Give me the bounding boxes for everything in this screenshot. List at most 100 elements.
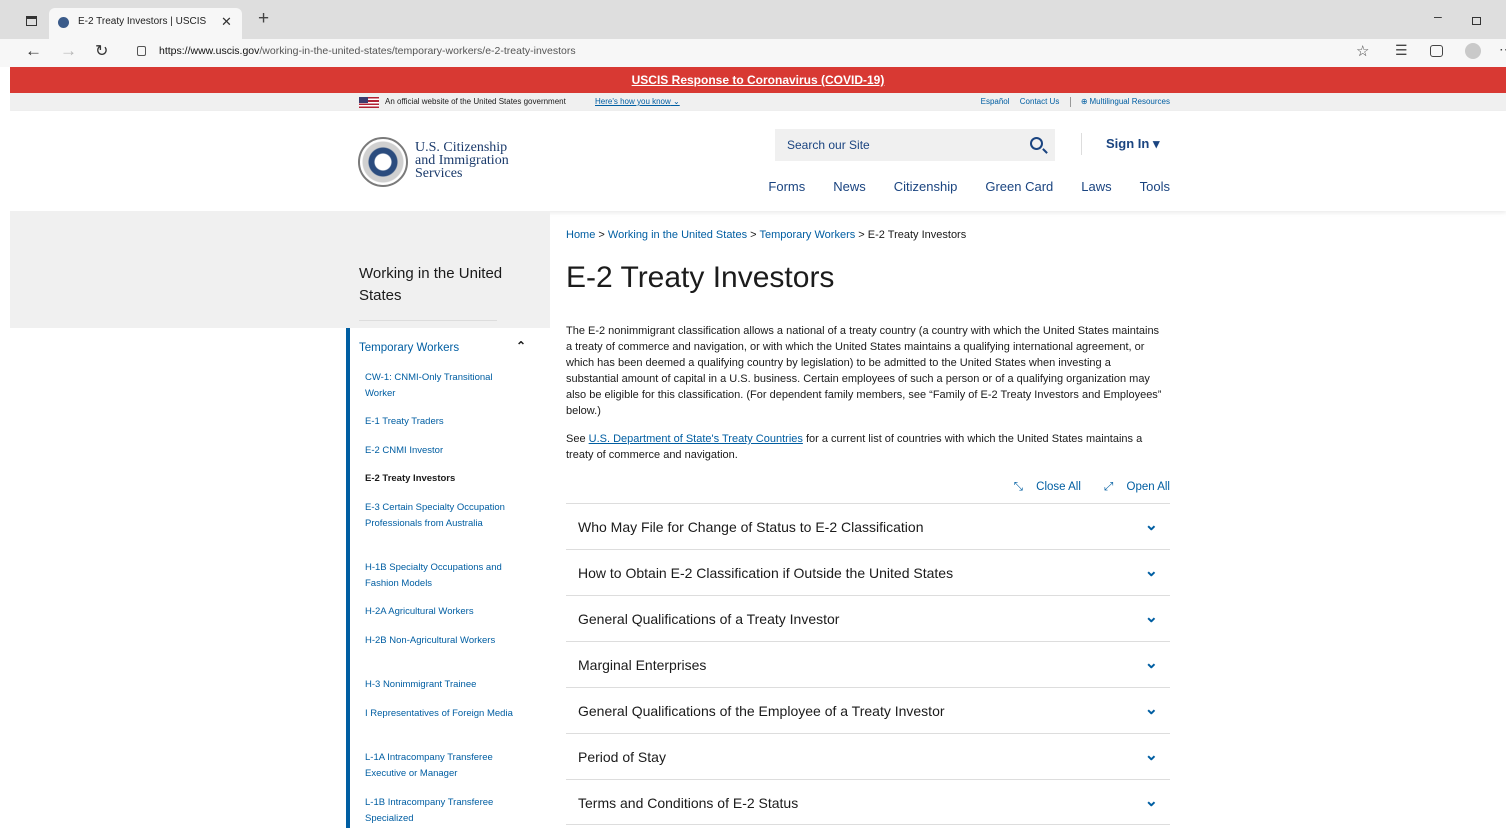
accordion-item[interactable]: Who May File for Change of Status to E-2… xyxy=(566,503,1170,549)
covid-alert-bar: USCIS Response to Coronavirus (COVID-19) xyxy=(10,67,1506,93)
accordion-title: Who May File for Change of Status to E-2… xyxy=(578,519,924,535)
accordion-title: Period of Stay xyxy=(578,749,666,765)
breadcrumb-working[interactable]: Working in the United States xyxy=(608,229,747,241)
accordion-title: Terms and Conditions of E-2 Status xyxy=(578,795,799,811)
close-icon[interactable]: ✕ xyxy=(221,14,232,30)
gov-banner: An official website of the United States… xyxy=(10,93,1506,111)
heres-how-label: Here's how you know xyxy=(595,97,671,106)
lock-icon[interactable] xyxy=(137,46,146,56)
globe-icon: ⊕ xyxy=(1080,97,1088,107)
sidebar-item-e2-cnmi[interactable]: E-2 CNMI Investor xyxy=(365,443,515,459)
accordion-item[interactable]: How to Obtain E-2 Classification if Outs… xyxy=(566,549,1170,595)
sidebar-title[interactable]: Working in the United States xyxy=(359,263,529,307)
sidebar-item-h3[interactable]: H-3 Nonimmigrant Trainee xyxy=(365,677,515,693)
accordion-item[interactable]: Marginal Enterprises ⌄ xyxy=(566,641,1170,687)
address-bar: ← → ↻ https://www.uscis.gov/working-in-t… xyxy=(0,39,1506,67)
chevron-down-icon: ⌄ xyxy=(1144,655,1158,672)
uscis-wordmark[interactable]: U.S. Citizenship and Immigration Service… xyxy=(415,141,509,181)
minimize-icon[interactable]: – xyxy=(1434,8,1442,24)
profile-avatar[interactable] xyxy=(1465,43,1481,59)
tab-actions-icon[interactable] xyxy=(26,16,37,26)
covid-alert-link[interactable]: USCIS Response to Coronavirus (COVID-19) xyxy=(632,73,885,87)
see-prefix: See xyxy=(566,433,586,445)
site-header: U.S. Citizenship and Immigration Service… xyxy=(10,111,1506,211)
heres-how-you-know-link[interactable]: Here's how you know ⌄ xyxy=(595,97,680,106)
collections-icon[interactable] xyxy=(1430,45,1443,57)
url-host: https://www.uscis.gov xyxy=(159,45,260,57)
sidebar-item-l1a[interactable]: L-1A Intracompany Transferee Executive o… xyxy=(365,750,515,782)
official-site-text: An official website of the United States… xyxy=(385,97,566,106)
accordion-title: General Qualifications of the Employee o… xyxy=(578,703,945,719)
intro-paragraph: The E-2 nonimmigrant classification allo… xyxy=(566,325,1162,417)
breadcrumb-temporary-workers[interactable]: Temporary Workers xyxy=(759,229,855,241)
sidebar-section-temporary-workers[interactable]: Temporary Workers xyxy=(359,342,459,354)
accordion-item[interactable]: General Qualifications of the Employee o… xyxy=(566,687,1170,733)
url-field[interactable]: https://www.uscis.gov/working-in-the-uni… xyxy=(159,45,576,57)
breadcrumb: Home > Working in the United States > Te… xyxy=(566,229,966,241)
open-all-label: Open All xyxy=(1126,481,1170,493)
breadcrumb-separator: > xyxy=(598,229,605,241)
open-all-button[interactable]: ⤢ Open All xyxy=(1094,481,1170,493)
sign-in-button[interactable]: Sign In ▾ xyxy=(1106,136,1159,152)
search-placeholder: Search our Site xyxy=(787,138,870,152)
divider xyxy=(1069,97,1071,107)
espanol-link[interactable]: Español xyxy=(981,97,1010,106)
sidebar-item-l1b[interactable]: L-1B Intracompany Transferee Specialized xyxy=(365,795,515,827)
breadcrumb-current: E-2 Treaty Investors xyxy=(867,229,967,241)
us-flag-icon xyxy=(359,97,379,108)
chevron-down-icon: ⌄ xyxy=(1144,563,1158,580)
expand-arrows-icon: ⤢ xyxy=(1104,481,1114,493)
sidebar-item-h2a[interactable]: H-2A Agricultural Workers xyxy=(365,604,515,620)
more-menu-icon[interactable]: ⋯ xyxy=(1499,41,1506,58)
search-input[interactable]: Search our Site xyxy=(775,129,1055,161)
search-icon[interactable] xyxy=(1030,137,1043,150)
sidebar-item-i-media[interactable]: I Representatives of Foreign Media xyxy=(365,706,515,722)
browser-tab-bar: E-2 Treaty Investors | USCIS ✕ + – xyxy=(0,0,1506,39)
chevron-down-icon: ⌄ xyxy=(1144,609,1158,626)
sidebar-item-h2b[interactable]: H-2B Non-Agricultural Workers xyxy=(365,633,515,649)
sidebar-item-h1b[interactable]: H-1B Specialty Occupations and Fashion M… xyxy=(365,560,515,592)
nav-laws[interactable]: Laws xyxy=(1081,179,1111,194)
close-all-label: Close All xyxy=(1036,481,1081,493)
nav-news[interactable]: News xyxy=(833,179,866,194)
chevron-down-icon: ⌄ xyxy=(1144,747,1158,764)
sidebar-item-e1[interactable]: E-1 Treaty Traders xyxy=(365,414,515,430)
accordion-item[interactable]: General Qualifications of a Treaty Inves… xyxy=(566,595,1170,641)
sidebar-item-e2-treaty-investors[interactable]: E-2 Treaty Investors xyxy=(365,471,515,487)
add-favorite-star-icon[interactable]: ☆ xyxy=(1356,42,1369,60)
forward-arrow-icon[interactable]: → xyxy=(60,41,77,61)
nav-tools[interactable]: Tools xyxy=(1140,179,1170,194)
sidebar-item-cw1[interactable]: CW-1: CNMI-Only Transitional Worker xyxy=(365,370,515,402)
chevron-down-icon: ⌄ xyxy=(1144,701,1158,718)
multilingual-link[interactable]: Multilingual Resources xyxy=(1090,97,1170,106)
accordion-title: Marginal Enterprises xyxy=(578,657,707,673)
back-arrow-icon[interactable]: ← xyxy=(25,41,42,61)
tab-title: E-2 Treaty Investors | USCIS xyxy=(78,16,207,27)
nav-green-card[interactable]: Green Card xyxy=(985,179,1053,194)
restore-icon[interactable] xyxy=(1472,17,1481,25)
breadcrumb-separator: > xyxy=(750,229,757,241)
accordion-item[interactable]: Period of Stay ⌄ xyxy=(566,733,1170,779)
url-path: /working-in-the-united-states/temporary-… xyxy=(259,45,576,57)
contact-us-link[interactable]: Contact Us xyxy=(1020,97,1060,106)
nav-citizenship[interactable]: Citizenship xyxy=(894,179,958,194)
sidebar-item-e3[interactable]: E-3 Certain Specialty Occupation Profess… xyxy=(365,500,515,532)
treaty-countries-link[interactable]: U.S. Department of State's Treaty Countr… xyxy=(589,433,803,445)
treaty-countries-paragraph: See U.S. Department of State's Treaty Co… xyxy=(566,431,1166,463)
breadcrumb-home[interactable]: Home xyxy=(566,229,595,241)
close-all-button[interactable]: ⤡ Close All xyxy=(1004,481,1081,493)
dhs-seal-logo[interactable] xyxy=(358,137,408,187)
nav-forms[interactable]: Forms xyxy=(768,179,805,194)
collapse-arrows-icon: ⤡ xyxy=(1013,481,1023,493)
web-page: USCIS Response to Coronavirus (COVID-19)… xyxy=(10,67,1506,828)
page-title: E-2 Treaty Investors xyxy=(566,261,835,294)
logo-line-3: Services xyxy=(415,166,463,181)
reload-icon[interactable]: ↻ xyxy=(95,41,108,61)
browser-tab[interactable]: E-2 Treaty Investors | USCIS ✕ xyxy=(49,8,242,39)
accordion-item[interactable]: Terms and Conditions of E-2 Status ⌄ xyxy=(566,779,1170,825)
new-tab-plus-icon[interactable]: + xyxy=(258,9,269,28)
sidebar-nav: Temporary Workers ⌃ CW-1: CNMI-Only Tran… xyxy=(346,328,542,828)
chevron-up-icon[interactable]: ⌃ xyxy=(516,339,526,353)
divider xyxy=(1081,133,1082,155)
favorites-list-icon[interactable]: ☰ xyxy=(1395,42,1408,59)
